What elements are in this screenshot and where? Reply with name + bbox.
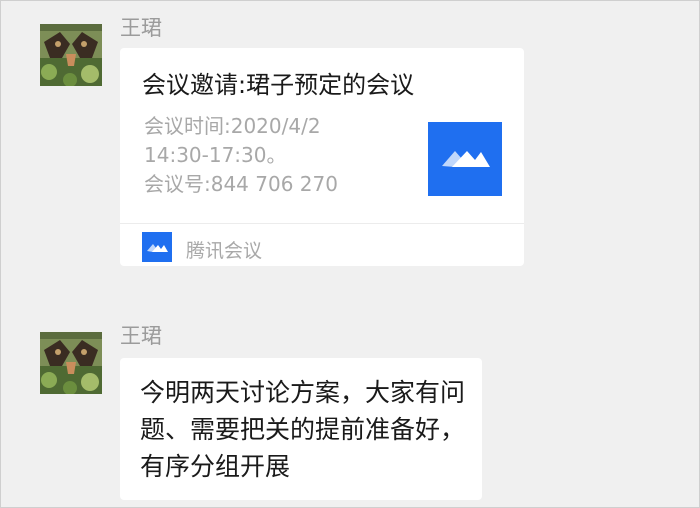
meeting-time-line: 会议时间:2020/4/2 [144,114,321,138]
message-bubble[interactable]: 今明两天讨论方案，大家有问 题、需要把关的提前准备好， 有序分组开展 [120,358,482,500]
card-details: 会议时间:2020/4/2 14:30-17:30。 会议号:844 706 2… [144,112,338,199]
meeting-id-line: 会议号:844 706 270 [144,172,338,196]
tencent-meeting-logo-icon [428,122,502,196]
tencent-meeting-small-icon [142,232,172,262]
avatar-image-icon [40,332,102,394]
avatar[interactable] [40,332,102,394]
meeting-invite-card[interactable]: 会议邀请:珺子预定的会议 会议时间:2020/4/2 14:30-17:30。 … [120,48,524,266]
message-text-line: 今明两天讨论方案，大家有问 [140,378,466,407]
card-app-name: 腾讯会议 [186,240,263,262]
sender-name: 王珺 [120,324,162,348]
meeting-time-range: 14:30-17:30。 [144,143,287,167]
avatar[interactable] [40,24,102,86]
card-divider [120,223,524,224]
avatar-image-icon [40,24,102,86]
message-text-line: 有序分组开展 [140,452,291,481]
sender-name: 王珺 [120,16,162,40]
message-text-line: 题、需要把关的提前准备好， [140,415,466,444]
card-title: 会议邀请:珺子预定的会议 [142,71,415,99]
